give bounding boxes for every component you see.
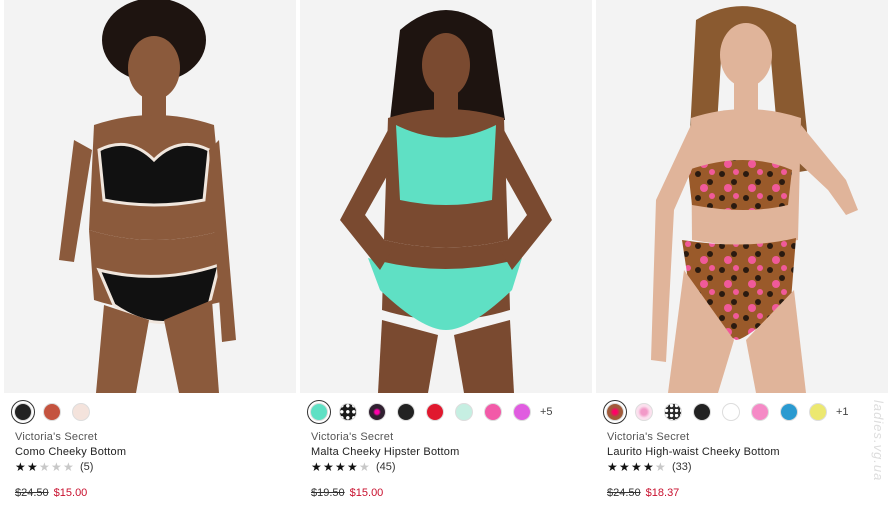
star-filled-icon: ★ xyxy=(631,460,642,474)
price: $24.50 $18.37 xyxy=(607,487,679,499)
original-price: $24.50 xyxy=(15,487,49,499)
star-rating: ★ ★ ★ ★ ★ (5) xyxy=(15,460,93,474)
color-swatches xyxy=(11,400,101,424)
star-filled-icon: ★ xyxy=(27,460,38,474)
color-swatch[interactable] xyxy=(368,403,386,421)
brand-label: Victoria's Secret xyxy=(311,431,394,443)
star-filled-icon: ★ xyxy=(619,460,630,474)
star-filled-icon: ★ xyxy=(643,460,654,474)
color-swatch[interactable] xyxy=(307,400,331,424)
model-photo xyxy=(4,0,296,393)
star-filled-icon: ★ xyxy=(311,460,322,474)
color-swatch[interactable] xyxy=(339,403,357,421)
product-image[interactable] xyxy=(4,0,296,393)
star-filled-icon: ★ xyxy=(607,460,618,474)
more-colors-link[interactable]: +5 xyxy=(540,406,553,418)
star-rating: ★ ★ ★ ★ ★ (45) xyxy=(311,460,396,474)
product-card[interactable]: +5 Victoria's Secret Malta Cheeky Hipste… xyxy=(300,0,592,521)
color-swatch[interactable] xyxy=(722,403,740,421)
watermark-text: ladies.vg.ua xyxy=(871,400,886,482)
review-count[interactable]: (5) xyxy=(80,461,93,473)
sale-price: $18.37 xyxy=(645,487,680,499)
star-rating: ★ ★ ★ ★ ★ (33) xyxy=(607,460,692,474)
color-swatch[interactable] xyxy=(484,403,502,421)
sale-price: $15.00 xyxy=(349,487,384,499)
star-filled-icon: ★ xyxy=(15,460,26,474)
more-colors-link[interactable]: +1 xyxy=(836,406,849,418)
star-filled-icon: ★ xyxy=(335,460,346,474)
star-filled-icon: ★ xyxy=(323,460,334,474)
product-image[interactable] xyxy=(596,0,888,393)
star-empty-icon: ★ xyxy=(359,460,370,474)
color-swatch[interactable] xyxy=(72,403,90,421)
product-name-link[interactable]: Como Cheeky Bottom xyxy=(15,446,126,458)
model-photo xyxy=(300,0,592,393)
color-swatch[interactable] xyxy=(397,403,415,421)
color-swatch[interactable] xyxy=(780,403,798,421)
original-price: $24.50 xyxy=(607,487,641,499)
product-card[interactable]: +1 Victoria's Secret Laurito High-waist … xyxy=(596,0,888,521)
price: $24.50 $15.00 xyxy=(15,487,87,499)
color-swatch[interactable] xyxy=(43,403,61,421)
review-count[interactable]: (33) xyxy=(672,461,692,473)
color-swatch[interactable] xyxy=(513,403,531,421)
original-price: $19.50 xyxy=(311,487,345,499)
review-count[interactable]: (45) xyxy=(376,461,396,473)
star-filled-icon: ★ xyxy=(347,460,358,474)
color-swatch[interactable] xyxy=(635,403,653,421)
brand-label: Victoria's Secret xyxy=(607,431,690,443)
color-swatch[interactable] xyxy=(603,400,627,424)
sale-price: $15.00 xyxy=(53,487,88,499)
brand-label: Victoria's Secret xyxy=(15,431,98,443)
product-image[interactable] xyxy=(300,0,592,393)
color-swatches: +5 xyxy=(307,400,553,424)
product-name-link[interactable]: Malta Cheeky Hipster Bottom xyxy=(311,446,459,458)
color-swatch[interactable] xyxy=(693,403,711,421)
color-swatch[interactable] xyxy=(751,403,769,421)
color-swatch[interactable] xyxy=(809,403,827,421)
product-name-link[interactable]: Laurito High-waist Cheeky Bottom xyxy=(607,446,780,458)
star-empty-icon: ★ xyxy=(63,460,74,474)
star-empty-icon: ★ xyxy=(39,460,50,474)
color-swatch[interactable] xyxy=(455,403,473,421)
star-empty-icon: ★ xyxy=(655,460,666,474)
model-photo xyxy=(596,0,888,393)
color-swatch[interactable] xyxy=(11,400,35,424)
price: $19.50 $15.00 xyxy=(311,487,383,499)
color-swatch[interactable] xyxy=(426,403,444,421)
color-swatch[interactable] xyxy=(664,403,682,421)
color-swatches: +1 xyxy=(603,400,849,424)
product-card[interactable]: Victoria's Secret Como Cheeky Bottom ★ ★… xyxy=(4,0,296,521)
product-grid: Victoria's Secret Como Cheeky Bottom ★ ★… xyxy=(0,0,892,521)
star-empty-icon: ★ xyxy=(51,460,62,474)
